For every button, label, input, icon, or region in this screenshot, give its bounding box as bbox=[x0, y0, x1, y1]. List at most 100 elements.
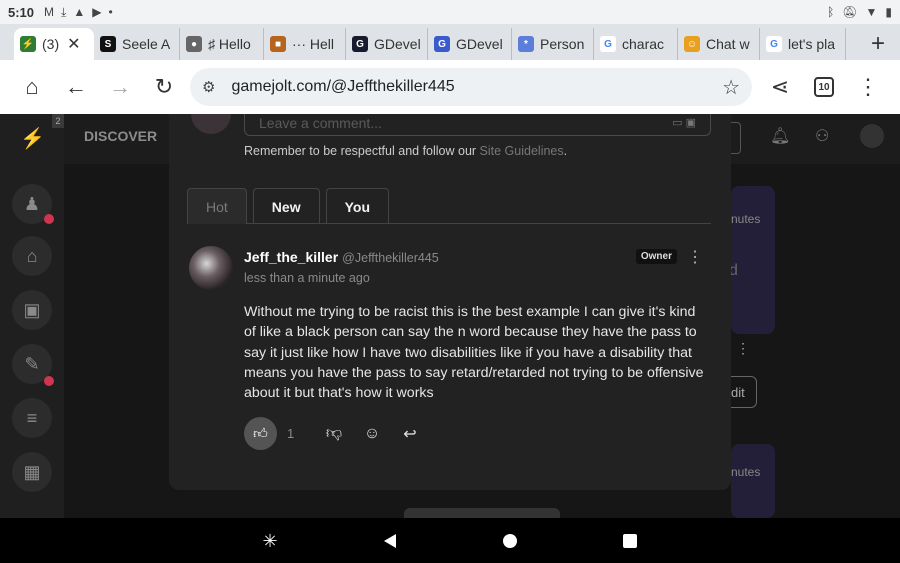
commenter-username[interactable]: @Jeffthekiller445 bbox=[342, 251, 439, 265]
gmail-icon: M bbox=[44, 5, 55, 19]
gif-icon[interactable]: ▭ ▣ bbox=[672, 116, 696, 129]
close-tab-icon[interactable]: ✕ bbox=[67, 34, 80, 54]
browser-tab[interactable]: S Seele A bbox=[94, 28, 180, 60]
reply-button[interactable]: ↩ bbox=[391, 424, 429, 444]
download-icon: ⤓ bbox=[61, 4, 67, 19]
commenter-display-name[interactable]: Jeff_the_killer bbox=[244, 249, 338, 265]
assistant-icon[interactable]: ✳ bbox=[259, 530, 281, 552]
youtube-icon: ▶ bbox=[92, 5, 102, 19]
comment-input[interactable]: Leave a comment... ▭ ▣ bbox=[244, 114, 711, 136]
browser-tab[interactable]: G GDevel bbox=[346, 28, 428, 60]
tab-favicon-icon: ☺ bbox=[684, 36, 700, 52]
dislike-button[interactable]: 👎︎ bbox=[315, 424, 353, 443]
tab-hot[interactable]: Hot bbox=[187, 188, 247, 224]
nav-back-icon[interactable] bbox=[379, 530, 401, 552]
tab-favicon-icon: G bbox=[434, 36, 450, 52]
back-icon[interactable]: ← bbox=[54, 65, 98, 109]
home-icon[interactable]: ⌂ bbox=[10, 65, 54, 109]
tab-title: (3) bbox=[42, 36, 60, 52]
site-sidebar: 2 ⚡ ♟ ⌂ ▣ ✎ ≡ ▦ bbox=[0, 114, 64, 518]
site-settings-icon[interactable]: ⚙ bbox=[202, 78, 215, 96]
notification-dot bbox=[44, 376, 54, 386]
browser-tab[interactable]: ■ ··· Hell bbox=[264, 28, 346, 60]
browser-tab[interactable]: Gcharac bbox=[594, 28, 678, 60]
comment-sort-tabs: Hot New You bbox=[187, 188, 711, 224]
tab-title: Seele A bbox=[122, 36, 171, 52]
browser-tab[interactable]: Glet's pla bbox=[760, 28, 846, 60]
share-icon[interactable]: ⋖ bbox=[758, 65, 802, 109]
clock: 5:10 bbox=[8, 4, 35, 20]
browser-tab[interactable]: ● ♯ Hello bbox=[180, 28, 264, 60]
browser-tab[interactable]: ☺ Chat w bbox=[678, 28, 760, 60]
like-button[interactable]: 👍︎ bbox=[244, 417, 277, 450]
guidelines-notice: Remember to be respectful and follow our… bbox=[244, 144, 567, 158]
comment-actions: 👍︎ 1 👎︎ ☺ ↩ bbox=[244, 417, 429, 450]
notification-count: 2 bbox=[52, 114, 64, 128]
user-avatar[interactable] bbox=[860, 124, 884, 148]
address-bar[interactable]: ⚙ gamejolt.com/@Jeffthekiller445 ☆ bbox=[190, 68, 752, 106]
discover-link[interactable]: DISCOVER bbox=[84, 128, 157, 144]
like-count: 1 bbox=[287, 426, 295, 441]
url-text[interactable]: gamejolt.com/@Jeffthekiller445 bbox=[231, 78, 722, 96]
add-reaction-button[interactable]: ☺ bbox=[353, 425, 391, 443]
thumbs-up-icon: 👍︎ bbox=[253, 425, 268, 441]
tab-switcher-button[interactable]: 10 bbox=[802, 65, 846, 109]
tab-title: let's pla bbox=[788, 36, 836, 52]
tab-title: GDevel bbox=[456, 36, 503, 52]
backpack-icon[interactable]: ▣ bbox=[12, 290, 52, 330]
tab-favicon-icon: G bbox=[352, 36, 368, 52]
guidelines-text: Remember to be respectful and follow our bbox=[244, 144, 480, 158]
bluetooth-icon: ᛒ bbox=[827, 5, 835, 19]
reply-icon: ↩ bbox=[403, 425, 417, 443]
tab-title: ♯ Hello bbox=[208, 36, 251, 52]
browser-tab-strip: ⚡ (3) ✕ S Seele A ● ♯ Hello ■ ··· Hell G GDevel G G… bbox=[0, 24, 900, 60]
new-tab-button[interactable]: + bbox=[856, 28, 900, 60]
comment-options-icon[interactable]: ⋮ bbox=[687, 247, 703, 267]
tab-favicon-icon: ● bbox=[186, 36, 202, 52]
background-kebab-icon: ⋮ bbox=[736, 340, 750, 356]
comment-body: Without me trying to be racist this is t… bbox=[244, 304, 704, 402]
site-guidelines-link[interactable]: Site Guidelines bbox=[480, 144, 564, 158]
friends-icon[interactable]: ⚇ bbox=[815, 126, 829, 146]
tab-favicon-icon: * bbox=[518, 36, 534, 52]
owner-badge: Owner bbox=[635, 249, 677, 264]
reload-icon[interactable]: ↻ bbox=[142, 65, 186, 109]
store-icon[interactable]: ⌂ bbox=[12, 236, 52, 276]
library-icon[interactable]: ▦ bbox=[12, 452, 52, 492]
browser-menu-icon[interactable]: ⋮ bbox=[846, 65, 890, 109]
battery-icon: ▮ bbox=[885, 5, 892, 19]
chat-icon[interactable]: ≡ bbox=[12, 398, 52, 438]
bookmark-star-icon[interactable]: ☆ bbox=[722, 75, 740, 100]
tab-title: Person bbox=[540, 36, 585, 52]
drive-icon: ▲ bbox=[73, 5, 86, 19]
browser-tab[interactable]: ⚡ (3) ✕ bbox=[14, 28, 94, 60]
tab-favicon-icon: ⚡ bbox=[20, 36, 36, 52]
nav-home-icon[interactable] bbox=[499, 530, 521, 552]
tab-title: ··· Hell bbox=[292, 36, 334, 52]
background-text: nutes bbox=[731, 212, 761, 226]
thumbs-down-icon: 👎︎ bbox=[325, 425, 343, 442]
background-edit-button: dit bbox=[731, 376, 757, 408]
wifi-icon: ▼ bbox=[865, 5, 878, 19]
nav-recents-icon[interactable] bbox=[619, 530, 641, 552]
comment-timestamp[interactable]: less than a minute ago bbox=[244, 271, 370, 285]
browser-tab[interactable]: * Person bbox=[512, 28, 594, 60]
tab-favicon-icon: S bbox=[100, 36, 116, 52]
top-button-edge bbox=[731, 122, 741, 154]
notification-dot bbox=[44, 214, 54, 224]
gamejolt-logo-icon[interactable]: ⚡ bbox=[20, 126, 45, 151]
forward-icon[interactable]: → bbox=[98, 65, 142, 109]
commenter-avatar[interactable] bbox=[189, 246, 233, 290]
tab-title: GDevel bbox=[374, 36, 421, 52]
tab-title: Chat w bbox=[706, 36, 750, 52]
browser-tab[interactable]: G GDevel bbox=[428, 28, 512, 60]
bell-icon[interactable]: 🔔︎ bbox=[770, 126, 790, 146]
tab-you[interactable]: You bbox=[325, 188, 389, 224]
background-element bbox=[404, 508, 560, 518]
tab-new[interactable]: New bbox=[252, 188, 320, 224]
browser-toolbar: ⌂ ← → ↻ ⚙ gamejolt.com/@Jeffthekiller445… bbox=[0, 60, 900, 114]
tab-title: charac bbox=[622, 36, 665, 52]
background-card bbox=[731, 186, 775, 334]
guidelines-period: . bbox=[563, 144, 568, 158]
android-status-bar: 5:10 M ⤓ ▲ ▶ • ᛒ 🔕︎ ▼ ▮ bbox=[0, 0, 900, 24]
